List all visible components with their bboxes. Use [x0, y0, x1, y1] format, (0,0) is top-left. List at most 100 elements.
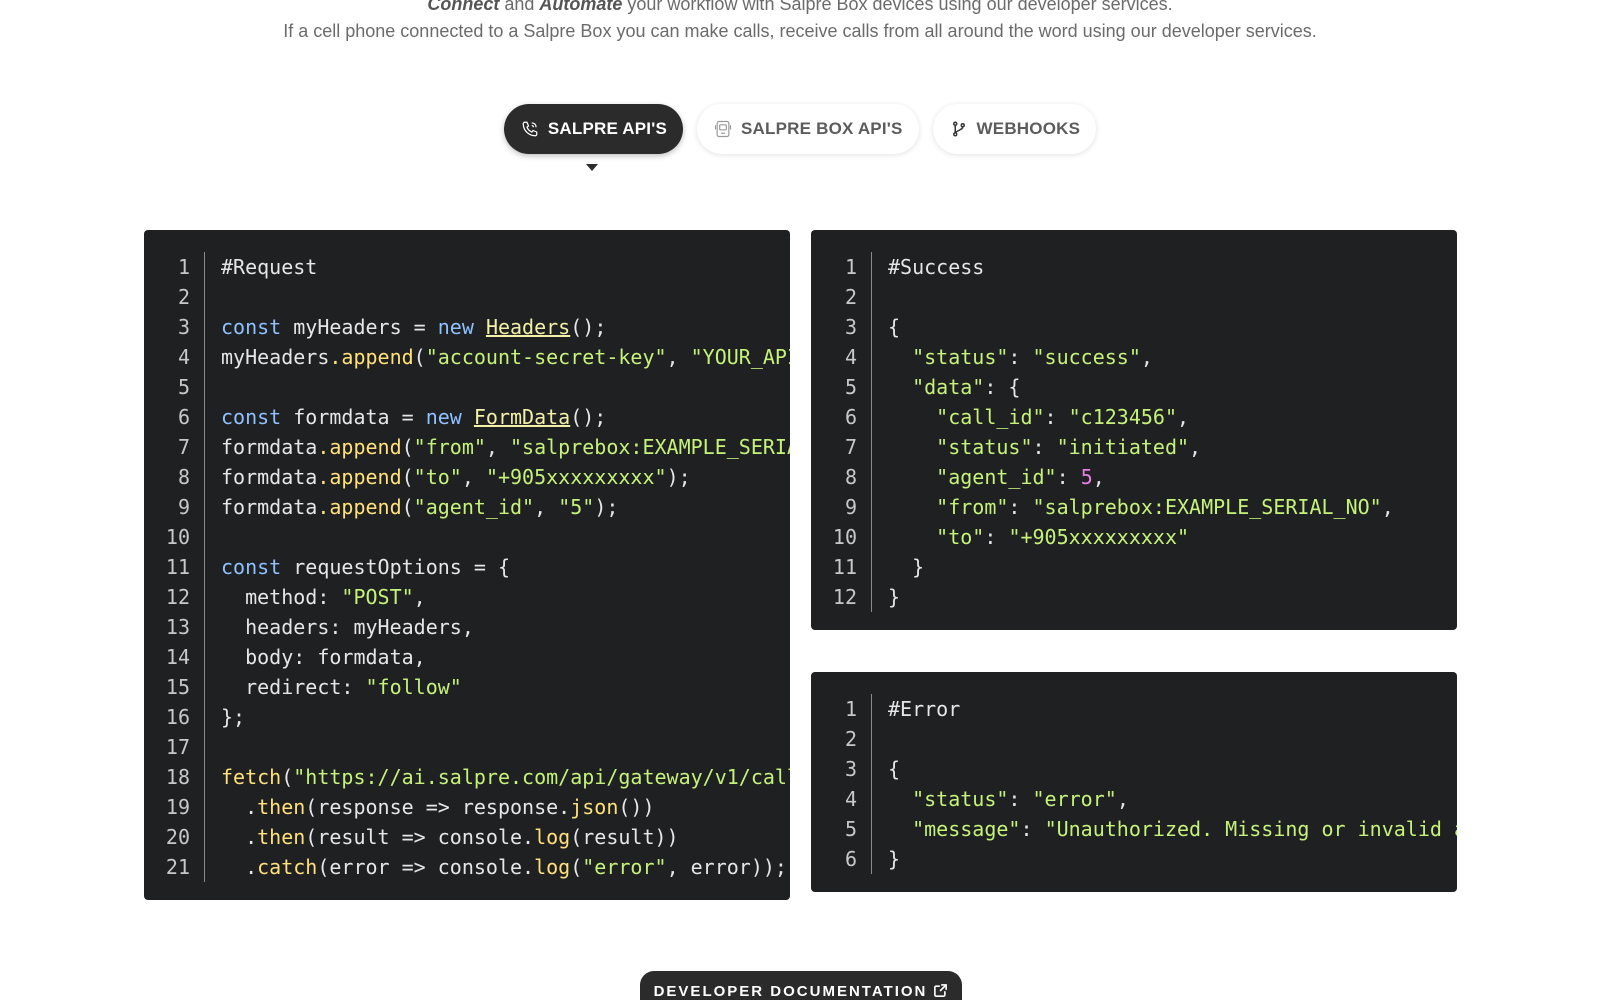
line-number: 2	[844, 285, 857, 309]
tab-label: WEBHOOKS	[976, 119, 1081, 138]
code-lines: #Error { "status": "error", "message": "…	[872, 694, 1457, 892]
code-token: (result))	[570, 825, 679, 849]
line-number: 6	[844, 847, 857, 871]
code-token: {	[888, 315, 901, 339]
tab-salpre-box-apis[interactable]: SALPRE BOX API'S	[697, 104, 919, 154]
tab-salpre-apis[interactable]: SALPRE API'S	[503, 104, 684, 154]
line-number: 6	[177, 405, 190, 429]
code-token: "from"	[413, 435, 486, 459]
code-token: method:	[221, 585, 342, 609]
intro-emphasis-automate: Automate	[539, 0, 623, 14]
line-number: 5	[844, 375, 857, 399]
line-number: 9	[844, 495, 857, 519]
code-token: (response => response.	[305, 795, 571, 819]
line-number: 2	[177, 285, 190, 309]
line-number: 6	[844, 405, 857, 429]
code-token: :	[1020, 817, 1045, 841]
tab-label: SALPRE API'S	[547, 119, 668, 138]
code-token: Headers	[485, 315, 571, 339]
code-line: "call_id": "c123456",	[888, 402, 1457, 432]
phone-icon	[520, 119, 540, 139]
code-line: }	[888, 552, 1457, 582]
line-number: 19	[165, 795, 190, 819]
line-number: 15	[165, 675, 190, 699]
active-tab-caret	[586, 164, 598, 171]
intro-and: and	[499, 0, 540, 14]
line-number: 4	[844, 787, 857, 811]
code-block: 1 2 3 4 5 6 7 8 9 10 11 12 13 14 15 16 17 18 19 20 21 #Reque…	[144, 252, 790, 900]
code-token: );	[594, 495, 619, 519]
developer-documentation-button[interactable]: DEVELOPER DOCUMENTATION	[640, 971, 962, 1000]
code-line: .catch(error => console.log("error", err…	[221, 852, 790, 882]
line-number: 12	[832, 585, 857, 609]
code-token: ,	[1381, 495, 1394, 519]
code-line: {	[888, 312, 1457, 342]
code-token: requestOptions = {	[281, 555, 510, 579]
code-token: formdata	[221, 465, 318, 489]
code-token: "error"	[582, 855, 667, 879]
code-line: "data": {	[888, 372, 1457, 402]
intro-line-1: Connect and Automate your workflow with …	[0, 0, 1600, 15]
code-token: "salprebox:EXAMPLE_SERIAL_NO"	[510, 435, 790, 459]
code-token: 5	[1080, 465, 1093, 489]
code-token: "status"	[936, 435, 1033, 459]
code-token: "5"	[558, 495, 595, 519]
code-token: const	[221, 315, 282, 339]
code-token: .	[221, 825, 258, 849]
line-number: 11	[165, 555, 190, 579]
code-token: formdata	[221, 435, 318, 459]
line-number: 20	[165, 825, 190, 849]
code-line: method: "POST",	[221, 582, 790, 612]
code-token: "initiated"	[1056, 435, 1190, 459]
code-token: new	[425, 405, 462, 429]
code-token: "status"	[912, 345, 1009, 369]
code-token: ,	[1116, 787, 1129, 811]
line-number: 1	[177, 255, 190, 279]
line-number: 16	[165, 705, 190, 729]
code-token: };	[221, 705, 246, 729]
intro-line-2: If a cell phone connected to a Salpre Bo…	[283, 21, 1317, 41]
code-token: log	[534, 855, 571, 879]
code-token: : {	[984, 375, 1021, 399]
line-number: 17	[165, 735, 190, 759]
code-token: "success"	[1032, 345, 1141, 369]
code-line: }	[888, 844, 1457, 874]
code-token: (result => console.	[305, 825, 535, 849]
code-token: "Unauthorized. Missing or invalid accoun…	[1044, 817, 1457, 841]
code-token: ,	[1177, 405, 1190, 429]
line-number: 2	[844, 727, 857, 751]
code-line: {	[888, 754, 1457, 784]
line-number: 10	[165, 525, 190, 549]
code-token: "error"	[1032, 787, 1117, 811]
code-token: then	[257, 825, 306, 849]
tab-webhooks[interactable]: WEBHOOKS	[932, 104, 1097, 154]
tab-label: SALPRE BOX API'S	[741, 119, 903, 138]
code-token: "+905xxxxxxxxx"	[485, 465, 667, 489]
code-block: 1 2 3 4 5 6 7 8 9 10 11 12 #Success { "status": "su…	[811, 252, 1457, 630]
error-code-panel: 1 2 3 4 5 6 #Error { "status": "error", "mess…	[811, 672, 1457, 892]
code-token: fetch	[221, 765, 282, 789]
code-token: formdata =	[281, 405, 426, 429]
code-token: formdata	[221, 495, 318, 519]
code-token: "call_id"	[936, 405, 1045, 429]
code-line: formdata.append("from", "salprebox:EXAMP…	[221, 432, 790, 462]
code-token: headers: myHeaders,	[221, 615, 474, 639]
code-token: ();	[570, 405, 607, 429]
line-number: 8	[844, 465, 857, 489]
code-token: FormData	[473, 405, 571, 429]
line-number: 7	[177, 435, 190, 459]
code-line: formdata.append("agent_id", "5");	[221, 492, 790, 522]
code-line: #Success	[888, 252, 1457, 282]
code-token: "POST"	[341, 585, 414, 609]
